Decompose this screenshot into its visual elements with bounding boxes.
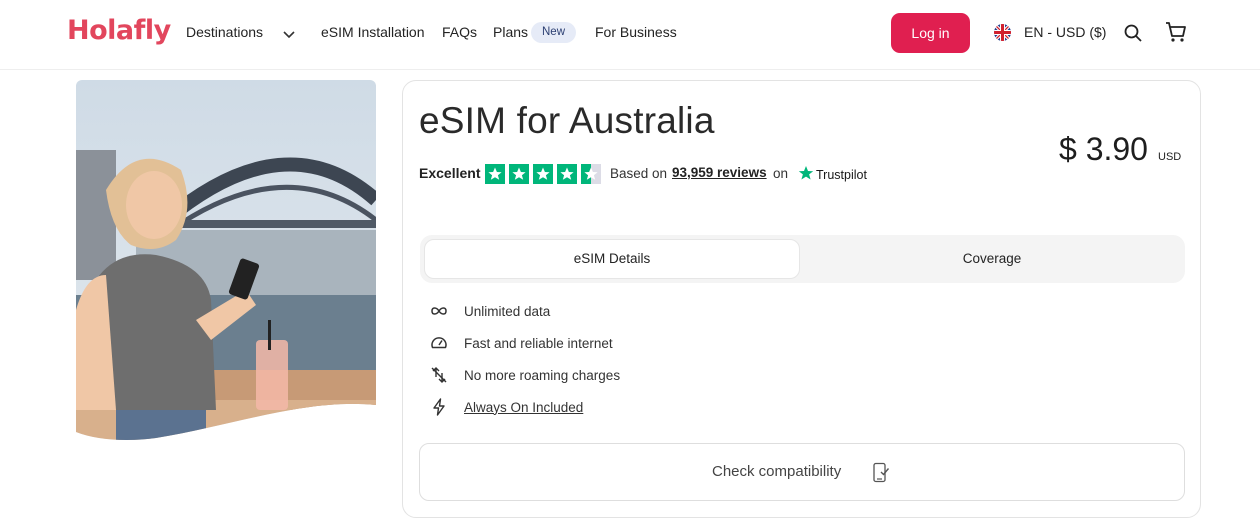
trustpilot-stars	[485, 164, 601, 184]
no-roaming-icon	[431, 367, 447, 383]
feature-item: Fast and reliable internet	[429, 333, 613, 353]
lightning-icon	[433, 398, 445, 416]
feature-item: Always On Included	[429, 397, 583, 417]
search-icon[interactable]	[1123, 23, 1143, 43]
site-header: Holafly Destinations eSIM Installation F…	[0, 0, 1260, 70]
price: $ 3.90	[1059, 131, 1148, 167]
holafly-logo[interactable]: Holafly	[67, 15, 171, 46]
login-button[interactable]: Log in	[891, 13, 970, 53]
star-icon	[509, 164, 529, 184]
check-compatibility-label: Check compatibility	[712, 463, 842, 480]
feature-label: Fast and reliable internet	[464, 335, 613, 351]
feature-label: Unlimited data	[464, 303, 551, 319]
feature-item: No more roaming charges	[429, 365, 620, 385]
speedometer-icon	[431, 337, 447, 349]
feature-item: Unlimited data	[429, 301, 550, 321]
nav-faqs[interactable]: FAQs	[442, 24, 477, 40]
price-currency: USD	[1158, 151, 1182, 163]
always-on-link[interactable]: Always On Included	[464, 400, 583, 415]
trustpilot-star-icon	[798, 166, 814, 180]
reviews-link[interactable]: 93,959 reviews	[672, 165, 767, 180]
on-text: on	[773, 166, 789, 181]
star-icon	[533, 164, 553, 184]
language-currency-selector[interactable]: EN - USD ($)	[1024, 24, 1106, 40]
page-title: eSIM for Australia	[419, 100, 715, 141]
nav-plans[interactable]: Plans	[493, 24, 528, 40]
hero-photo	[76, 80, 376, 440]
based-on-text: Based on	[610, 166, 668, 181]
phone-check-icon	[873, 462, 890, 483]
tab-coverage[interactable]: Coverage	[804, 239, 1180, 279]
infinity-icon	[431, 307, 447, 315]
nav-esim-installation[interactable]: eSIM Installation	[321, 24, 425, 40]
rating-label: Excellent	[419, 165, 481, 181]
star-icon	[485, 164, 505, 184]
star-icon	[557, 164, 577, 184]
product-card: eSIM for Australia $ 3.90 USD Excellent …	[402, 80, 1201, 518]
uk-flag-icon[interactable]	[994, 24, 1011, 41]
tab-esim-details[interactable]: eSIM Details	[424, 239, 800, 279]
trustpilot-logo[interactable]: Trustpilot	[816, 168, 867, 182]
cart-icon[interactable]	[1164, 20, 1188, 44]
feature-label: No more roaming charges	[464, 367, 621, 383]
check-compatibility-button[interactable]: Check compatibility	[419, 443, 1185, 501]
nav-destinations[interactable]: Destinations	[186, 24, 263, 40]
new-badge: New	[531, 22, 577, 43]
half-star-icon	[581, 164, 601, 184]
nav-for-business[interactable]: For Business	[595, 24, 677, 40]
tab-bar: eSIM Details Coverage	[420, 235, 1185, 283]
chevron-down-icon[interactable]	[282, 27, 296, 41]
